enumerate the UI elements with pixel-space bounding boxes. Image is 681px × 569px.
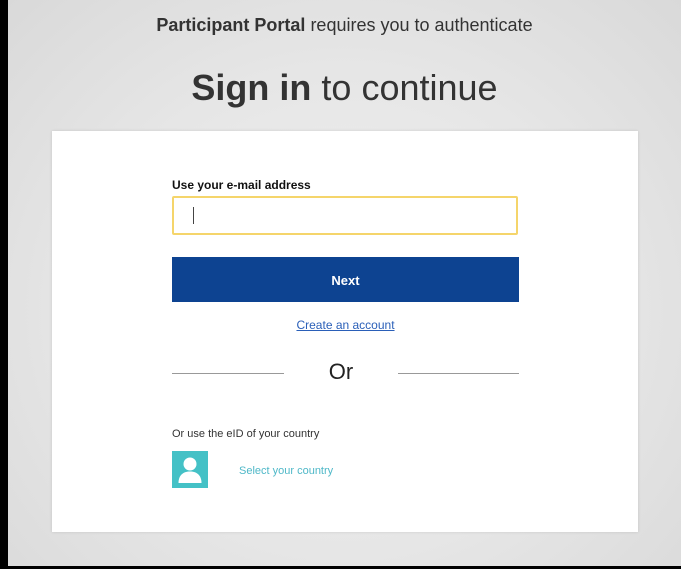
email-label: Use your e-mail address: [172, 178, 311, 192]
eid-label: Or use the eID of your country: [172, 428, 320, 440]
page-title-rest: to continue: [311, 67, 498, 108]
auth-subtitle: Participant Portal requires you to authe…: [8, 14, 681, 36]
email-field[interactable]: [172, 196, 518, 235]
text-cursor: [193, 207, 194, 224]
next-button[interactable]: Next: [172, 257, 519, 302]
user-icon[interactable]: [172, 451, 208, 488]
page-title-bold: Sign in: [191, 67, 312, 108]
divider-right: [398, 373, 519, 374]
page-title: Sign in to continue: [8, 66, 681, 110]
portal-name: Participant Portal: [156, 15, 306, 35]
or-separator: Or: [328, 359, 354, 384]
user-icon-glyph: [178, 457, 202, 483]
login-card: Use your e-mail address Next Create an a…: [52, 131, 638, 532]
select-country-link[interactable]: Select your country: [239, 465, 333, 477]
divider-left: [172, 373, 284, 374]
auth-message: requires you to authenticate: [305, 15, 533, 35]
create-account-link[interactable]: Create an account: [172, 318, 519, 332]
auth-page: Participant Portal requires you to authe…: [8, 0, 681, 566]
